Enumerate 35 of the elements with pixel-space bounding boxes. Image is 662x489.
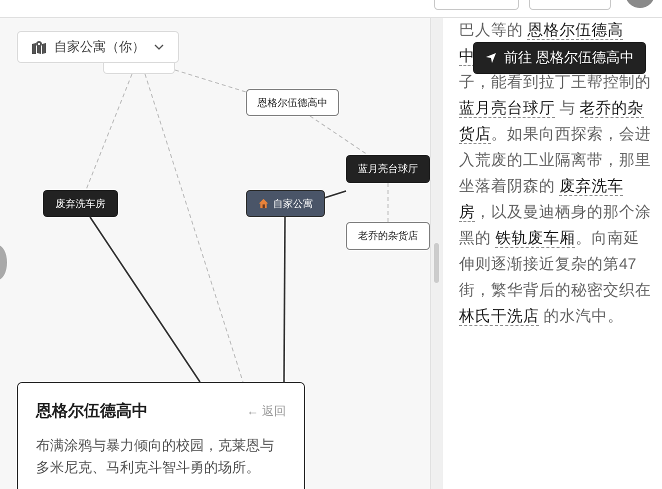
body-text: 黑的: [459, 230, 492, 247]
map-node[interactable]: 废弃洗车房: [43, 190, 118, 217]
house-icon: [258, 198, 269, 209]
map-node[interactable]: [103, 63, 175, 74]
map-node[interactable]: 恩格尔伍德高中: [246, 89, 339, 116]
place-link[interactable]: 蓝月亮台球厅: [459, 100, 555, 118]
body-text: 伸则逐渐接近复杂的第47: [459, 256, 636, 273]
body-text: 巴人等的: [459, 22, 524, 39]
body-text: ，以及曼迪栖身的那个涂: [475, 204, 651, 221]
location-select[interactable]: 自家公寓（你）: [17, 31, 179, 63]
map-icon: [32, 40, 46, 54]
place-link[interactable]: 林氏干洗店: [459, 308, 539, 326]
body-text: 坐落着阴森的: [459, 178, 556, 195]
body-text: 。向南延: [575, 230, 640, 247]
place-link[interactable]: 货店: [459, 126, 491, 144]
place-link[interactable]: 废弃洗车: [559, 178, 624, 196]
map-node[interactable]: 老乔的杂货店: [346, 222, 430, 250]
place-link[interactable]: 老乔的杂: [580, 100, 644, 118]
body-text: 入荒废的工业隔离带，那里: [459, 152, 651, 169]
card-description: 布满涂鸦与暴力倾向的校园，克莱恩与多米尼克、马利克斗智斗勇的场所。: [36, 436, 275, 477]
tooltip: 前往 恩格尔伍德高中: [473, 42, 646, 74]
scrollbar[interactable]: [430, 18, 443, 489]
place-link[interactable]: 铁轨废车厢: [495, 230, 576, 248]
place-link[interactable]: 房: [459, 204, 475, 222]
body-text: 与: [558, 100, 576, 117]
body-text: 的水汽中。: [542, 308, 624, 325]
body-text: 子，能看到拉丁王帮控制的: [459, 74, 651, 91]
place-link[interactable]: 恩格尔伍德高: [527, 22, 624, 40]
navigation-arrow-icon: [485, 52, 497, 64]
card-title: 恩格尔伍德高中: [36, 401, 148, 422]
map-node[interactable]: 自家公寓: [246, 190, 325, 217]
body-text: 。如果向西探索，会进: [491, 126, 651, 143]
chevron-down-icon: [154, 44, 164, 50]
body-text: 街，繁华背后的秘密交织在: [459, 282, 651, 299]
map-node[interactable]: 蓝月亮台球厅: [346, 155, 430, 183]
